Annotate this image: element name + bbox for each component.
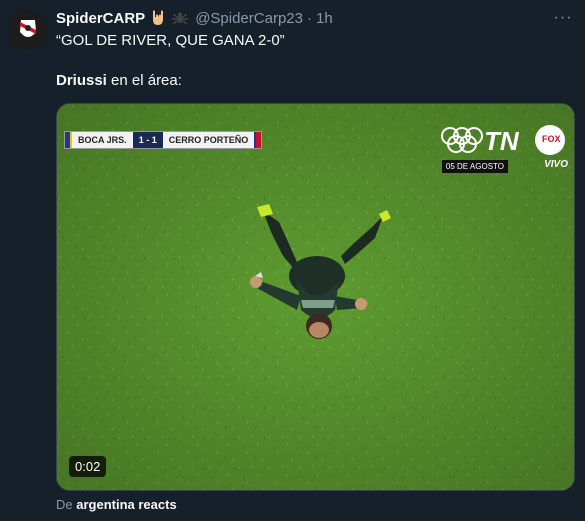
timestamp[interactable]: 1h xyxy=(316,10,333,27)
spider-emoji-icon xyxy=(171,9,189,27)
avatar[interactable] xyxy=(8,10,48,50)
svg-text:FOX: FOX xyxy=(542,134,561,144)
match-score: 1 - 1 xyxy=(132,132,163,148)
handle[interactable]: @SpiderCarp23 xyxy=(195,10,303,27)
tweet-header: SpiderCARP @SpiderCarp23 · 1h xyxy=(56,8,573,28)
display-name[interactable]: SpiderCARP xyxy=(56,10,145,27)
video-duration: 0:02 xyxy=(69,456,107,477)
home-team: BOCA JRS. xyxy=(72,132,133,148)
source-prefix: De xyxy=(56,497,73,512)
source-link[interactable]: argentina reacts xyxy=(76,497,176,512)
video-player[interactable]: BOCA JRS. 1 - 1 CERRO PORTEÑO TN FOX 05 … xyxy=(56,103,575,491)
separator: · xyxy=(306,9,312,27)
scoreboard-away-stripe xyxy=(254,132,262,148)
broadcast-date: 05 DE AGOSTO xyxy=(441,160,508,173)
away-team: CERRO PORTEÑO xyxy=(162,132,255,148)
svg-text:TN: TN xyxy=(484,126,520,156)
tweet-text-rest: en el área: xyxy=(106,72,182,89)
rock-hand-emoji-icon xyxy=(149,9,167,27)
player-name: Driussi xyxy=(56,72,107,89)
live-label: VIVO xyxy=(544,159,568,170)
source-attribution: De argentina reacts xyxy=(56,497,177,512)
scoreboard-home-stripe xyxy=(65,132,72,148)
tweet-text-line2: Driussi en el área: xyxy=(56,71,182,91)
tweet-text-line1: “GOL DE RIVER, QUE GANA 2-0” xyxy=(56,32,285,49)
more-icon[interactable]: ··· xyxy=(553,9,573,26)
scoreboard: BOCA JRS. 1 - 1 CERRO PORTEÑO xyxy=(65,132,262,148)
